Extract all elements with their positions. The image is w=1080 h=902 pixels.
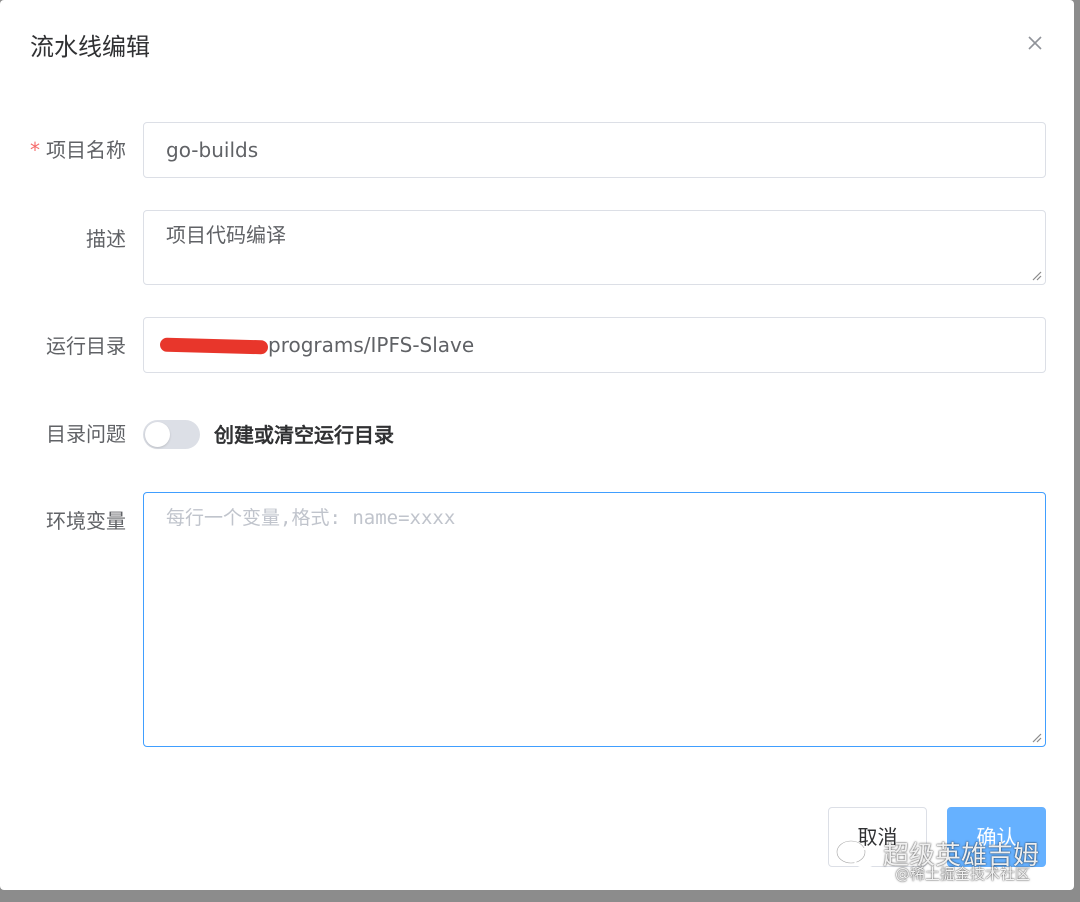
wechat-icon [836,840,877,868]
project-name-label: * 项目名称 [30,136,126,164]
watermark-sub-text: @稀土掘金技术社区 [895,865,1031,883]
run-dir-value: programs/IPFS-Slave [268,333,475,357]
required-mark: * [30,138,40,162]
env-vars-label: 环境变量 [46,509,126,533]
env-vars-textarea[interactable]: 每行一个变量,格式: name=xxxx [143,492,1046,747]
env-vars-placeholder: 每行一个变量,格式: name=xxxx [166,507,456,529]
project-name-input[interactable]: go-builds [143,122,1046,178]
close-icon[interactable] [1022,30,1048,56]
project-name-value: go-builds [166,138,259,162]
switch-knob [145,422,170,447]
description-value: 项目代码编译 [166,223,286,247]
pipeline-edit-dialog: 流水线编辑 * 项目名称 go-builds 描述 项目代码编译 运行目录 pro… [0,0,1074,890]
run-dir-input[interactable]: programs/IPFS-Slave [143,317,1046,373]
dir-issue-label: 目录问题 [46,422,126,446]
run-dir-label: 运行目录 [46,334,126,358]
description-textarea[interactable]: 项目代码编译 [143,210,1046,285]
dialog-title: 流水线编辑 [30,33,150,61]
switch-label: 创建或清空运行目录 [214,423,394,447]
project-name-label-text: 项目名称 [46,138,126,162]
resize-handle-icon[interactable] [1030,731,1042,743]
create-clear-dir-switch[interactable] [143,420,200,449]
redaction-mark [159,337,269,355]
resize-handle-icon[interactable] [1030,269,1042,281]
description-label: 描述 [86,227,126,251]
